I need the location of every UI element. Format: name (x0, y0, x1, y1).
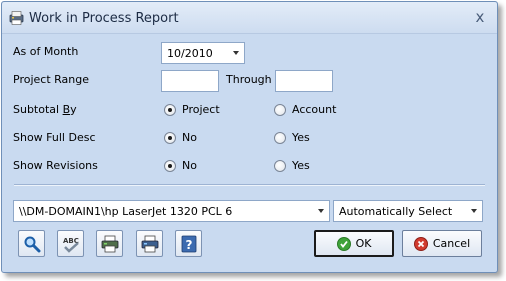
print-setup-button[interactable] (136, 230, 163, 257)
window-title: Work in Process Report (29, 11, 179, 26)
radio-selected-indicator (164, 103, 176, 116)
svg-text:?: ? (186, 238, 193, 252)
work-in-process-dialog: Work in Process Report x As of Month 10/… (1, 1, 498, 273)
project-range-through-input[interactable] (275, 70, 333, 92)
full-desc-no-radio[interactable]: No (164, 131, 197, 144)
as-of-month-label: As of Month (13, 45, 79, 58)
printer-value: \\DM-DOMAIN1\hp LaserJet 1320 PCL 6 (19, 205, 233, 218)
show-full-desc-label: Show Full Desc (13, 131, 96, 144)
paper-tray-select[interactable]: Automatically Select (333, 200, 483, 222)
print-icon (101, 235, 119, 253)
project-range-from-input[interactable] (161, 70, 219, 92)
subtotal-project-label: Project (182, 103, 220, 116)
chevron-down-icon (233, 51, 239, 55)
as-of-month-select[interactable]: 10/2010 (161, 42, 245, 64)
print-button[interactable] (96, 230, 123, 257)
revisions-no-label: No (182, 159, 197, 172)
cancel-button[interactable]: Cancel (402, 230, 482, 257)
title-bar[interactable]: Work in Process Report x (2, 2, 497, 34)
radio-indicator (274, 131, 286, 144)
revisions-yes-radio[interactable]: Yes (274, 159, 310, 172)
show-revisions-label: Show Revisions (13, 159, 98, 172)
close-icon[interactable]: x (472, 9, 488, 25)
project-range-label: Project Range (13, 73, 89, 86)
preview-button[interactable] (18, 230, 45, 257)
radio-selected-indicator (164, 159, 176, 172)
spell-check-icon: ABC (63, 237, 79, 253)
report-icon (9, 11, 24, 25)
separator (14, 184, 485, 186)
paper-tray-value: Automatically Select (339, 205, 453, 218)
ok-label: OK (355, 237, 372, 250)
ok-button[interactable]: OK (314, 230, 394, 257)
radio-indicator (274, 159, 286, 172)
cancel-icon (413, 236, 428, 251)
full-desc-yes-radio[interactable]: Yes (274, 131, 310, 144)
revisions-yes-label: Yes (292, 159, 310, 172)
subtotal-account-radio[interactable]: Account (274, 103, 336, 116)
radio-selected-indicator (164, 131, 176, 144)
print-setup-icon (141, 235, 159, 253)
revisions-no-radio[interactable]: No (164, 159, 197, 172)
through-label: Through (226, 73, 272, 86)
printer-select[interactable]: \\DM-DOMAIN1\hp LaserJet 1320 PCL 6 (13, 200, 330, 222)
help-icon: ? (181, 235, 197, 253)
help-button[interactable]: ? (175, 230, 202, 257)
radio-indicator (274, 103, 286, 116)
preview-icon (24, 236, 41, 253)
full-desc-no-label: No (182, 131, 197, 144)
full-desc-yes-label: Yes (292, 131, 310, 144)
chevron-down-icon (318, 209, 324, 213)
cancel-label: Cancel (432, 237, 471, 250)
spell-check-button[interactable]: ABC (57, 230, 84, 257)
subtotal-by-label: Subtotal By (13, 103, 77, 116)
subtotal-project-radio[interactable]: Project (164, 103, 220, 116)
check-icon (336, 236, 351, 251)
subtotal-account-label: Account (292, 103, 337, 116)
as-of-month-value: 10/2010 (167, 47, 213, 60)
chevron-down-icon (471, 209, 477, 213)
